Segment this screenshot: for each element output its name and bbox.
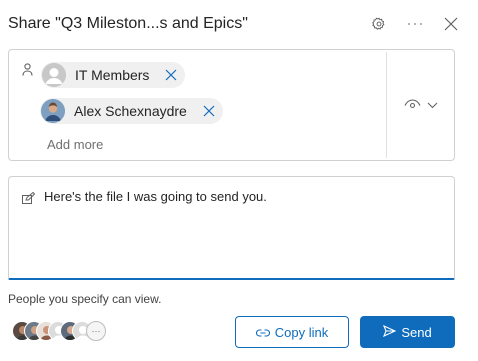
message-text: Here's the file I was going to send you. [44,189,267,204]
user-photo-avatar [41,99,65,123]
remove-recipient-icon[interactable] [201,103,217,119]
message-field[interactable]: Here's the file I was going to send you. [8,176,455,280]
remove-recipient-icon[interactable] [163,67,179,83]
send-icon [383,324,397,340]
send-label: Send [401,324,432,340]
add-more-input[interactable]: Add more [47,137,103,152]
permission-dropdown[interactable] [387,50,454,160]
group-avatar [42,63,66,87]
more-people-button[interactable]: ··· [86,321,106,341]
person-icon [22,63,33,81]
recipient-chip[interactable]: IT Members [41,62,186,88]
recipient-chip[interactable]: Alex Schexnaydre [40,98,223,124]
dialog-header: Share "Q3 Mileston...s and Epics" [8,12,464,36]
gear-icon[interactable] [366,12,392,36]
close-icon[interactable] [438,12,464,36]
recipient-label: Alex Schexnaydre [74,103,187,119]
eye-icon [404,96,421,114]
copy-link-button[interactable]: Copy link [235,316,349,348]
recipient-label: IT Members [75,67,150,83]
edit-icon [22,191,36,209]
copy-link-label: Copy link [274,324,329,340]
link-icon [255,325,270,340]
send-button[interactable]: Send [360,316,455,348]
dialog-title: Share "Q3 Mileston...s and Epics" [8,15,248,32]
more-icon[interactable] [402,12,428,36]
chevron-down-icon [427,96,438,114]
permission-note: People you specify can view. [8,292,162,306]
